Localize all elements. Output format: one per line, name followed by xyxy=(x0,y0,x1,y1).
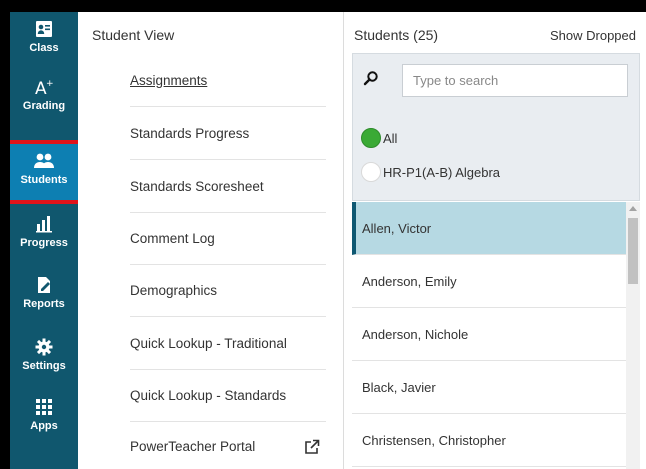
nav-item-label: Grading xyxy=(22,100,66,112)
nav-item-reports[interactable]: Reports xyxy=(10,268,78,324)
grading-icon: A + xyxy=(34,76,54,98)
search-input[interactable] xyxy=(402,64,628,97)
student-list: Allen, Victor Anderson, Emily Anderson, … xyxy=(352,202,626,469)
svg-text:+: + xyxy=(46,79,54,89)
reports-icon xyxy=(35,274,53,296)
student-list-scrollbar[interactable] xyxy=(626,202,640,469)
menu-item-standards-progress[interactable]: Standards Progress xyxy=(130,107,326,160)
students-icon xyxy=(33,150,55,172)
student-row-selected[interactable]: Allen, Victor xyxy=(352,202,626,255)
menu-item-label: PowerTeacher Portal xyxy=(130,439,256,454)
left-nav: Class A + Grading Students Progress Repor… xyxy=(10,12,82,469)
filter-option-hr-p1-algebra[interactable]: HR-P1(A-B) Algebra xyxy=(361,162,500,182)
search-icon xyxy=(363,70,379,91)
student-view-title: Student View xyxy=(92,27,175,43)
radio-selected xyxy=(361,128,381,148)
filter-option-label: HR-P1(A-B) Algebra xyxy=(383,164,501,180)
scrollbar-thumb[interactable] xyxy=(628,218,638,284)
nav-item-label: Class xyxy=(29,42,59,54)
menu-item-quick-lookup-traditional[interactable]: Quick Lookup - Traditional xyxy=(130,317,326,370)
radio-unselected xyxy=(361,162,381,182)
nav-item-class[interactable]: Class xyxy=(10,12,78,68)
nav-item-label: Progress xyxy=(20,237,68,249)
menu-item-standards-scoresheet[interactable]: Standards Scoresheet xyxy=(130,160,326,213)
external-link-icon xyxy=(304,439,320,458)
nav-item-label: Apps xyxy=(30,420,58,432)
menu-item-assignments[interactable]: Assignments xyxy=(130,54,326,107)
nav-item-label: Reports xyxy=(23,298,65,310)
student-row[interactable]: Anderson, Emily xyxy=(352,255,626,308)
progress-icon xyxy=(35,213,53,235)
students-count-title: Students (25) xyxy=(354,27,439,43)
student-row[interactable]: Black, Javier xyxy=(352,361,626,414)
menu-item-comment-log[interactable]: Comment Log xyxy=(130,212,326,265)
students-filter-box: All HR-P1(A-B) Algebra xyxy=(352,53,640,201)
nav-item-settings[interactable]: Settings xyxy=(10,330,78,386)
student-view-panel: Student View Assignments Standards Progr… xyxy=(78,12,344,469)
filter-option-all[interactable]: All xyxy=(361,128,397,148)
menu-item-demographics[interactable]: Demographics xyxy=(130,264,326,317)
app-frame: Class A + Grading Students Progress Repor… xyxy=(10,12,646,469)
filter-option-label: All xyxy=(383,130,398,146)
nav-item-grading[interactable]: A + Grading xyxy=(10,70,78,126)
nav-item-label: Students xyxy=(20,174,68,186)
nav-item-progress[interactable]: Progress xyxy=(10,207,78,263)
apps-grid-icon xyxy=(35,396,53,418)
student-row[interactable]: Anderson, Nichole xyxy=(352,308,626,361)
student-row[interactable]: Christensen, Christopher xyxy=(352,414,626,467)
class-icon xyxy=(35,18,53,40)
menu-item-quick-lookup-standards[interactable]: Quick Lookup - Standards xyxy=(130,369,326,422)
nav-item-label: Settings xyxy=(22,360,66,372)
show-dropped-toggle[interactable]: Show Dropped xyxy=(550,28,636,43)
nav-item-students[interactable]: Students xyxy=(10,140,82,204)
menu-item-powerteacher-portal[interactable]: PowerTeacher Portal xyxy=(130,420,326,469)
nav-item-apps[interactable]: Apps xyxy=(10,390,78,446)
students-panel: Students (25) Show Dropped All HR-P1(A-B… xyxy=(344,12,646,469)
scroll-up-arrow-icon[interactable] xyxy=(629,206,637,211)
gear-icon xyxy=(35,336,53,358)
